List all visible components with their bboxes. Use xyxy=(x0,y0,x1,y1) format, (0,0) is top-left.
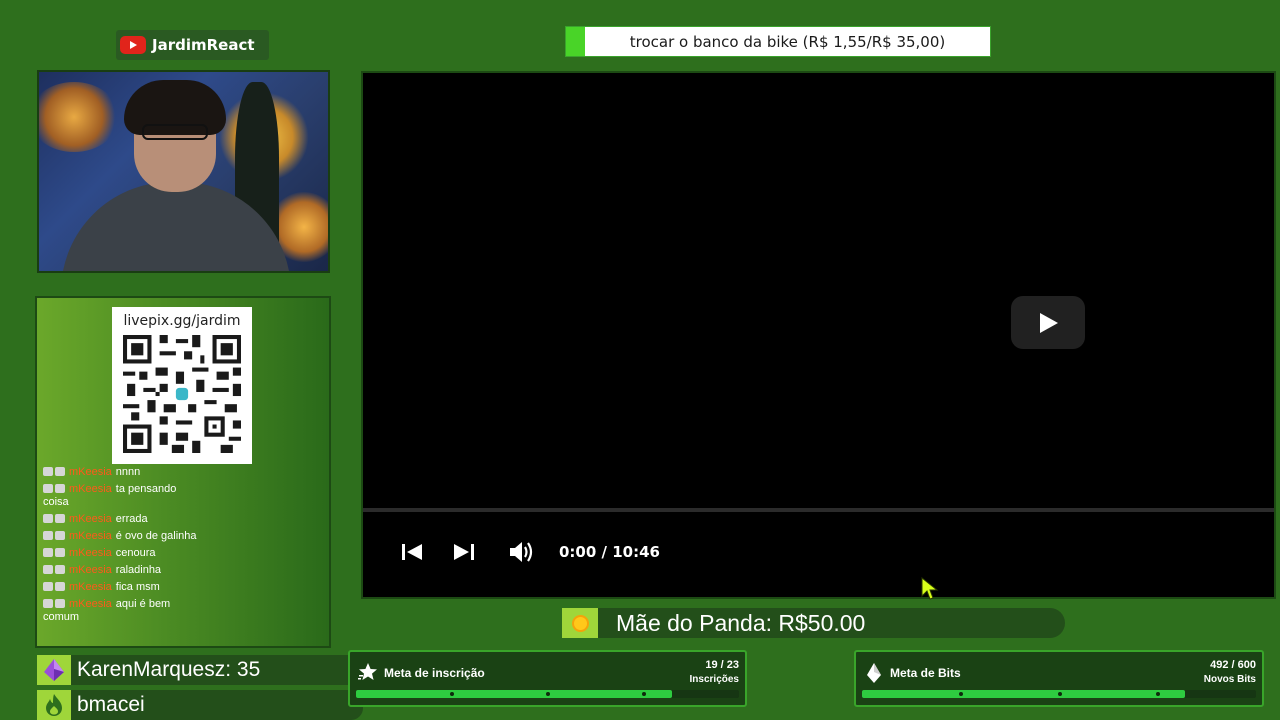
mod-badge-icon xyxy=(43,514,53,523)
goal-count: 492 / 600 xyxy=(1210,659,1256,671)
video-progress-bar[interactable] xyxy=(363,508,1274,512)
goal-progress-fill xyxy=(862,690,1186,698)
video-time: 0:00 / 10:46 xyxy=(559,543,660,561)
goal-progress-track xyxy=(862,690,1256,698)
mod-badge-icon xyxy=(43,599,53,608)
sub-badge-icon xyxy=(55,599,65,608)
chat-username[interactable]: mKeesia xyxy=(69,530,112,542)
chat-message: mKeesia errada xyxy=(43,513,203,526)
goal-milestone xyxy=(642,692,646,696)
subscription-goal: Meta de inscrição 19 / 23 Inscrições xyxy=(348,650,747,707)
youtube-icon xyxy=(120,36,146,54)
next-button[interactable] xyxy=(451,539,477,565)
webcam-feed xyxy=(37,70,330,273)
sub-badge-icon xyxy=(55,514,65,523)
sub-badge-icon xyxy=(55,548,65,557)
mod-badge-icon xyxy=(43,548,53,557)
goal-milestone xyxy=(546,692,550,696)
bits-diamond-icon xyxy=(867,663,881,683)
recent-follow-alert: bmacei xyxy=(37,690,363,720)
sub-badge-icon xyxy=(55,582,65,591)
skip-previous-icon xyxy=(402,544,422,560)
banner-progress-accent xyxy=(566,27,585,56)
goal-unit: Inscrições xyxy=(689,674,739,685)
chat-username[interactable]: mKeesia xyxy=(69,466,112,478)
goal-unit: Novos Bits xyxy=(1203,674,1256,685)
previous-button[interactable] xyxy=(399,539,425,565)
recent-bits-text: KarenMarquesz: 35 xyxy=(71,655,363,685)
donation-text: Mãe do Panda: R$50.00 xyxy=(616,609,866,636)
recent-follow-text: bmacei xyxy=(71,690,363,720)
goal-milestone xyxy=(450,692,454,696)
sub-badge-icon xyxy=(55,565,65,574)
goal-milestone xyxy=(959,692,963,696)
mod-badge-icon xyxy=(43,582,53,591)
mod-badge-icon xyxy=(43,467,53,476)
channel-badge: JardimReact xyxy=(116,30,269,60)
sub-badge-icon xyxy=(55,531,65,540)
livepix-qr-card[interactable]: livepix.gg/jardim xyxy=(112,307,252,464)
goal-progress-fill xyxy=(356,690,673,698)
goal-milestone xyxy=(1058,692,1062,696)
coin-icon xyxy=(562,608,598,638)
goal-title: Meta de Bits xyxy=(890,666,961,680)
chat-username[interactable]: mKeesia xyxy=(69,564,112,576)
sub-badge-icon xyxy=(55,467,65,476)
chat-text: raladinha xyxy=(115,564,162,576)
sub-badge-icon xyxy=(55,484,65,493)
mouse-cursor-icon xyxy=(921,577,939,600)
chat-text: fica msm xyxy=(115,581,160,593)
star-icon xyxy=(358,663,377,680)
chat-message: mKeesia aqui é bem comum xyxy=(43,598,203,624)
mod-badge-icon xyxy=(43,484,53,493)
chat-text: errada xyxy=(115,513,148,525)
chat-username[interactable]: mKeesia xyxy=(69,547,112,559)
play-button[interactable] xyxy=(1011,296,1085,349)
chat-message-list: mKeesia nnnn mKeesia ta pensando coisa mKe… xyxy=(43,466,203,628)
chat-message: mKeesia cenoura xyxy=(43,547,203,560)
chat-message: mKeesia fica msm xyxy=(43,581,203,594)
chat-panel: livepix.gg/jardim mKeesia nnnn mKeesia t… xyxy=(35,296,331,648)
qr-url: livepix.gg/jardim xyxy=(123,313,241,329)
chat-message: mKeesia raladinha xyxy=(43,564,203,577)
chat-message: mKeesia ta pensando coisa xyxy=(43,483,203,509)
recent-bits-alert: KarenMarquesz: 35 xyxy=(37,655,363,685)
goal-milestone xyxy=(1156,692,1160,696)
bits-gem-icon xyxy=(37,655,71,685)
goal-progress-track xyxy=(356,690,739,698)
donation-alert: Mãe do Panda: R$50.00 xyxy=(562,608,1065,638)
chat-text: é ovo de galinha xyxy=(115,530,197,542)
mod-badge-icon xyxy=(43,531,53,540)
person-glasses xyxy=(142,124,208,140)
fire-icon xyxy=(37,690,71,720)
qr-code-icon xyxy=(123,335,241,453)
banner-text: trocar o banco da bike (R$ 1,55/R$ 35,00… xyxy=(629,32,946,51)
video-controls: 0:00 / 10:46 xyxy=(399,537,660,567)
chat-text: nnnn xyxy=(115,466,141,478)
mod-badge-icon xyxy=(43,565,53,574)
skip-next-icon xyxy=(454,544,474,560)
bits-goal: Meta de Bits 492 / 600 Novos Bits xyxy=(854,650,1264,707)
volume-icon xyxy=(510,542,533,562)
chat-message: mKeesia nnnn xyxy=(43,466,203,479)
chat-username[interactable]: mKeesia xyxy=(69,483,112,495)
channel-name: JardimReact xyxy=(152,36,255,54)
chat-text: cenoura xyxy=(115,547,156,559)
painting-swirl xyxy=(39,82,119,152)
video-player[interactable]: 0:00 / 10:46 xyxy=(361,71,1276,599)
goal-title: Meta de inscrição xyxy=(384,666,485,680)
chat-username[interactable]: mKeesia xyxy=(69,598,112,610)
chat-username[interactable]: mKeesia xyxy=(69,581,112,593)
chat-message: mKeesia é ovo de galinha xyxy=(43,530,203,543)
volume-button[interactable] xyxy=(509,539,535,565)
donation-goal-banner: trocar o banco da bike (R$ 1,55/R$ 35,00… xyxy=(565,26,991,57)
chat-username[interactable]: mKeesia xyxy=(69,513,112,525)
goal-count: 19 / 23 xyxy=(705,659,739,671)
play-icon xyxy=(1040,312,1058,333)
